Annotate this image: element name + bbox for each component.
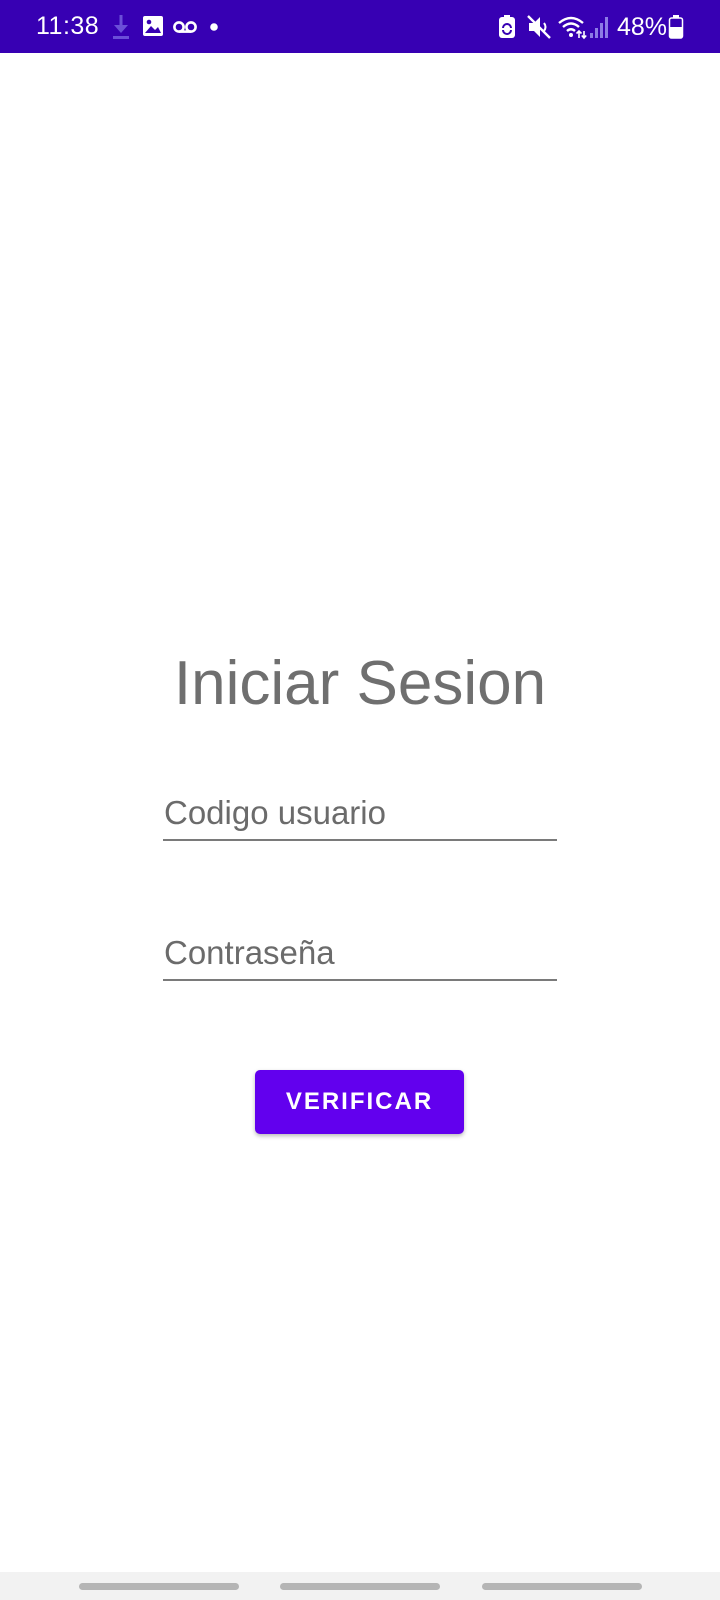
wifi-icon bbox=[558, 16, 587, 40]
notification-dot-icon bbox=[210, 23, 218, 31]
back-button[interactable] bbox=[482, 1583, 642, 1590]
voicemail-icon bbox=[173, 21, 197, 33]
signal-icon bbox=[590, 17, 608, 38]
status-time: 11:38 bbox=[36, 12, 100, 40]
battery-icon bbox=[668, 15, 684, 39]
password-field bbox=[163, 923, 557, 981]
password-input[interactable] bbox=[164, 933, 554, 973]
home-button[interactable] bbox=[280, 1583, 440, 1590]
download-icon bbox=[113, 15, 129, 39]
mute-icon bbox=[527, 15, 551, 39]
image-icon bbox=[143, 16, 163, 36]
recent-apps-button[interactable] bbox=[79, 1583, 239, 1590]
page-title: Iniciar Sesion bbox=[173, 649, 547, 718]
battery-saver-icon bbox=[499, 15, 515, 38]
status-bar: 11:38 48% bbox=[0, 0, 720, 53]
verify-button[interactable]: VERIFICAR bbox=[255, 1070, 464, 1134]
navigation-bar bbox=[0, 1572, 720, 1600]
user-code-input[interactable] bbox=[164, 793, 554, 833]
battery-percentage: 48% bbox=[617, 13, 668, 41]
user-code-field bbox=[163, 783, 557, 841]
